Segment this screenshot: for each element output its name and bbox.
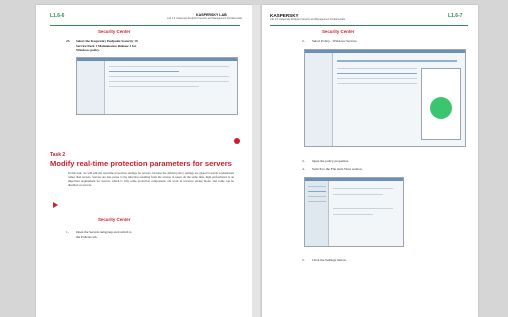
settings-row	[333, 214, 373, 215]
left-page: L1.6-6 KASPERSKY LAB Lab 1.6. Kaspersky …	[36, 5, 252, 317]
header-rule	[50, 25, 240, 26]
screenshot-console	[76, 57, 238, 115]
screenshot-policy-properties	[304, 177, 404, 247]
page-number: L1.6-7	[448, 13, 463, 19]
status-chart	[430, 97, 452, 119]
list-row	[109, 76, 229, 77]
section-title: Security Center	[98, 217, 131, 222]
step-number: 4.	[302, 167, 305, 171]
step-text: Switch to the File Anti-Virus section.	[312, 167, 363, 171]
settings-row	[333, 208, 393, 209]
console-tree	[305, 53, 333, 146]
task-paragraph: In this task, we will edit the real-time…	[68, 171, 234, 187]
screenshot-policy-list	[304, 49, 466, 147]
bullet-triangle	[53, 202, 58, 208]
step-number: 23.	[66, 39, 71, 43]
header-subtitle: Lab 1.6. Kaspersky Endpoint Security and…	[167, 17, 242, 20]
step-number: 2.	[302, 39, 305, 43]
task-label: Task 2	[50, 152, 66, 158]
task-title: Modify real-time protection parameters f…	[50, 159, 232, 168]
list-row	[337, 73, 417, 74]
list-row	[109, 81, 229, 82]
step-text: Select Policy - Windows Servers.	[312, 39, 358, 43]
document-viewer: L1.6-6 KASPERSKY LAB Lab 1.6. Kaspersky …	[0, 0, 508, 317]
header-rule	[270, 25, 468, 26]
section-item	[308, 191, 326, 192]
section-item	[308, 201, 326, 202]
header-subtitle: Lab 1.6. Kaspersky Endpoint Security and…	[270, 18, 345, 21]
step-text-line: Windows policy.	[76, 48, 100, 52]
right-page: KASPERSKY L1.6-7 Lab 1.6. Kaspersky Endp…	[262, 5, 478, 317]
bullet-dot	[234, 138, 240, 144]
step-number: 1.	[66, 230, 69, 234]
step-number: 3.	[302, 159, 305, 163]
settings-row	[333, 194, 383, 195]
step-number: 5.	[302, 258, 305, 262]
section-item	[308, 196, 326, 197]
list-row	[337, 68, 417, 69]
details-panel	[421, 68, 461, 140]
section-title: Security Center	[98, 29, 131, 34]
page-gutter	[252, 5, 260, 317]
list-row	[109, 71, 179, 72]
section-title: Security Center	[322, 29, 355, 34]
settings-row	[333, 188, 393, 189]
step-text-line: the Policies tab.	[76, 234, 98, 239]
step-text: Click the Settings button.	[312, 258, 347, 262]
list-row	[337, 78, 417, 79]
list-row	[109, 66, 229, 67]
toolbar	[337, 60, 457, 62]
step-text: Open the policy properties.	[312, 159, 349, 163]
console-tree	[77, 61, 105, 114]
page-number: L1.6-6	[50, 13, 65, 19]
section-item	[308, 186, 326, 187]
list-row	[337, 83, 417, 84]
list-row	[109, 86, 199, 87]
